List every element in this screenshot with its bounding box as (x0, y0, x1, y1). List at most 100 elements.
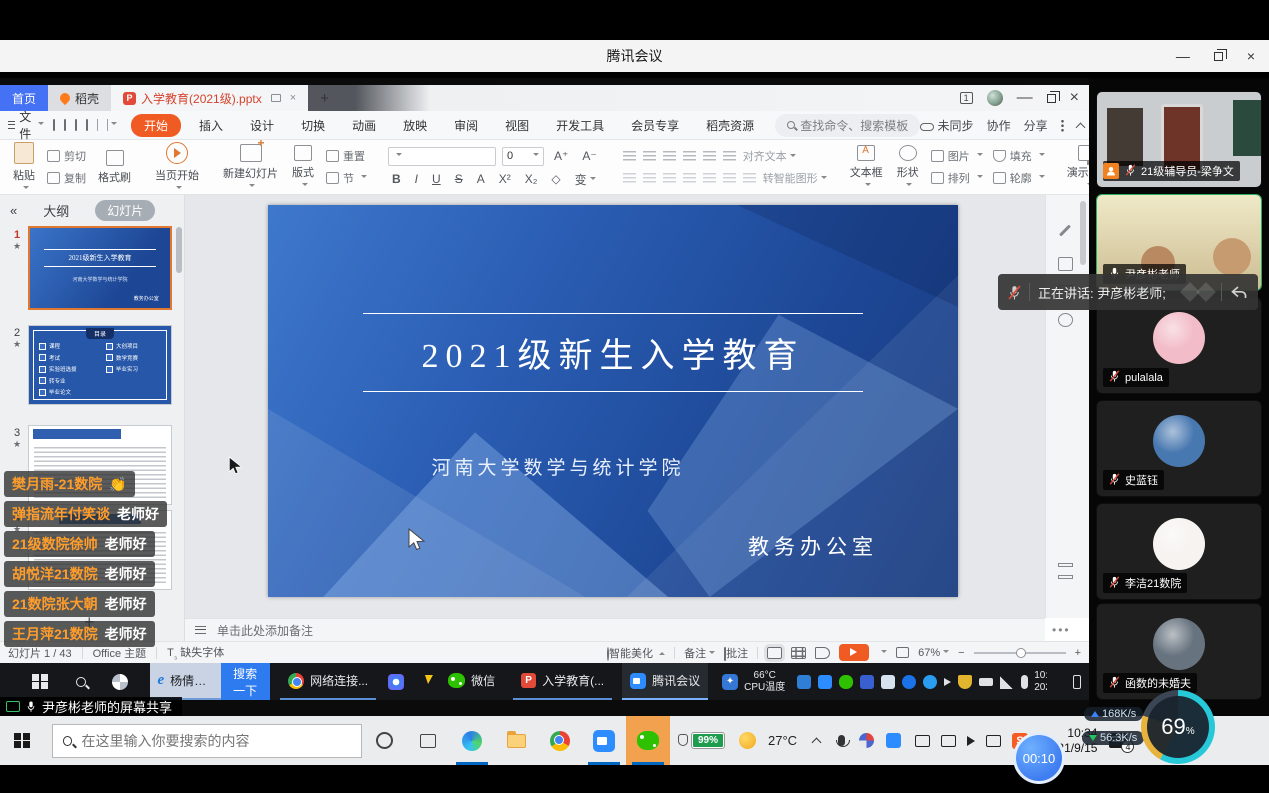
indent-increase-icon[interactable] (683, 151, 696, 161)
beautify-button[interactable]: 智能美化 (607, 645, 665, 661)
notes-bar[interactable]: 单击此处添加备注 (185, 618, 1045, 641)
align-left-icon[interactable] (623, 173, 636, 183)
collapse-ribbon-icon[interactable] (1075, 122, 1085, 132)
font-style-A[interactable]: A (473, 172, 489, 186)
text-direction-icon[interactable] (703, 151, 716, 161)
network-score-gauge[interactable]: 69% (1141, 690, 1215, 764)
close-icon[interactable]: × (1247, 48, 1255, 64)
print-preview-icon[interactable] (86, 119, 88, 131)
cpu-temperature[interactable]: 66°CCPU温度 (744, 670, 785, 693)
increase-font-icon[interactable]: A⁺ (550, 149, 572, 163)
slide-thumbnail-1[interactable]: 2021级新生入学教育 河南大学数学与统计学院 教务办公室 (28, 226, 172, 310)
edge-button[interactable] (450, 716, 494, 765)
touchpad-icon[interactable] (986, 735, 1001, 747)
toolbar-button-当页开始[interactable]: 当页开始 (148, 140, 206, 194)
slide-thumbnail-2[interactable]: 目录 课程考试实验班选拔转专业毕业论文 大创项目数学竞赛毕业实习 (28, 325, 172, 405)
meeting-icon[interactable] (818, 675, 832, 689)
comments-button[interactable]: 批注 (724, 645, 748, 661)
align-center-icon[interactable] (643, 173, 656, 183)
view-sorter-icon[interactable] (791, 647, 806, 659)
action-center-icon[interactable] (1073, 675, 1081, 689)
toolbar-button-图片[interactable]: 图片 (931, 148, 983, 164)
mic-icon[interactable] (1021, 675, 1028, 689)
reply-arrow-icon[interactable] (1230, 285, 1248, 300)
participant-tile[interactable]: 函数的未婚夫 (1096, 603, 1262, 700)
cortana-button[interactable] (362, 716, 406, 765)
menu-稻壳资源[interactable]: 稻壳资源 (697, 114, 763, 137)
toolbar-button-排列[interactable]: 排列 (931, 170, 983, 186)
export-icon[interactable] (64, 119, 66, 131)
pinwheel-tray-icon[interactable] (859, 733, 874, 748)
pc-manager-icon[interactable]: ✦ (722, 674, 738, 690)
monitor-icon[interactable] (941, 735, 956, 747)
new-tab-button[interactable]: + (308, 85, 341, 111)
wechat-icon[interactable] (839, 675, 853, 689)
bluetooth-icon[interactable] (902, 675, 916, 689)
participant-tile[interactable]: 李洁21数院 (1096, 503, 1262, 600)
align-text-button[interactable]: 对齐文本 (743, 148, 796, 164)
toolbar-button-演示工具[interactable]: 演示工具 (1060, 140, 1089, 194)
distribute-icon[interactable] (703, 173, 716, 183)
toolbar-button-节[interactable]: 节 (326, 170, 367, 186)
editor-canvas[interactable]: 2021级新生入学教育 河南大学数学与统计学院 教务办公室 (185, 195, 1045, 618)
font-style-X₂[interactable]: X₂ (521, 172, 542, 186)
smart-graphic-button[interactable]: 转智能图形 (763, 170, 827, 186)
browser-icon[interactable] (923, 675, 937, 689)
slideshow-play-button[interactable] (839, 644, 869, 661)
toolbar-button-形状[interactable]: 形状 (890, 140, 926, 194)
toolbar-button-版式[interactable]: 版式 (285, 140, 321, 194)
float-window-icon[interactable] (271, 94, 281, 102)
network-icon[interactable] (1000, 675, 1014, 689)
mic-tray-icon[interactable] (838, 735, 845, 746)
toolbar-button-轮廓[interactable]: 轮廓 (993, 170, 1045, 186)
minimize-icon[interactable]: — (1176, 48, 1190, 64)
weather-button[interactable] (732, 716, 762, 765)
taskbar-search-icon[interactable] (76, 677, 86, 687)
battery-widget[interactable]: 99% (678, 733, 724, 748)
indent-decrease-icon[interactable] (663, 151, 676, 161)
fit-window-icon[interactable] (896, 647, 909, 658)
menu-设计[interactable]: 设计 (241, 114, 283, 137)
phonetic-icon[interactable]: 变 (571, 171, 600, 188)
font-style-S[interactable]: S (451, 172, 467, 186)
menu-开发工具[interactable]: 开发工具 (547, 114, 613, 137)
network-monitor-overlay[interactable]: 168K/s 56.3K/s 69% (1084, 690, 1234, 774)
menu-切换[interactable]: 切换 (292, 114, 334, 137)
comments-toggle-icon[interactable] (1058, 575, 1073, 579)
toolbar-button-复制[interactable]: 复制 (47, 170, 86, 186)
toolbar-button-填充[interactable]: 填充 (993, 148, 1045, 164)
sync-status[interactable]: 未同步 (920, 117, 973, 134)
wps-restore-icon[interactable] (1047, 94, 1056, 103)
decrease-font-icon[interactable]: A⁻ (578, 149, 600, 163)
tab-outline[interactable]: 大纲 (43, 201, 69, 220)
toolbar-button-新建幻灯片[interactable]: 新建幻灯片 (216, 140, 285, 194)
inner-clock[interactable]: 10:3202 (1034, 670, 1047, 694)
collapse-panel-icon[interactable]: « (10, 203, 17, 218)
wechat-app-button[interactable] (626, 716, 670, 765)
font-style-I[interactable]: I (411, 172, 422, 186)
start-button-icon[interactable] (32, 674, 48, 690)
toolbar-button-格式刷[interactable]: 格式刷 (91, 140, 138, 194)
font-size-select[interactable]: 0 (502, 147, 544, 166)
shield-icon[interactable] (958, 675, 972, 689)
quark-app-icon[interactable] (388, 674, 404, 690)
undo-icon[interactable] (97, 119, 98, 131)
speaker-icon[interactable] (967, 736, 975, 746)
zoom-knob[interactable] (1016, 648, 1026, 658)
wps-minimize-icon[interactable]: — (1017, 89, 1033, 107)
font-style-B[interactable]: B (388, 172, 405, 186)
quickbar-caret-icon[interactable] (111, 122, 117, 128)
meeting-tray-icon[interactable] (886, 733, 901, 748)
speaker-muted-icon[interactable] (944, 678, 951, 686)
clear-format-icon[interactable]: ◇ (547, 172, 564, 186)
host-search-input[interactable] (81, 733, 351, 749)
host-start-button[interactable] (0, 716, 44, 765)
restore-icon[interactable] (1214, 52, 1223, 61)
file-explorer-button[interactable] (494, 716, 538, 765)
share-button[interactable]: 分享 (1024, 117, 1048, 134)
tab-docer[interactable]: 稻壳 (48, 85, 111, 111)
participant-tile[interactable]: 21级辅导员-梁争文 (1096, 91, 1262, 188)
redo-icon[interactable] (107, 119, 108, 131)
collab-button[interactable]: 协作 (987, 117, 1011, 134)
spacing-1-icon[interactable] (723, 173, 736, 183)
